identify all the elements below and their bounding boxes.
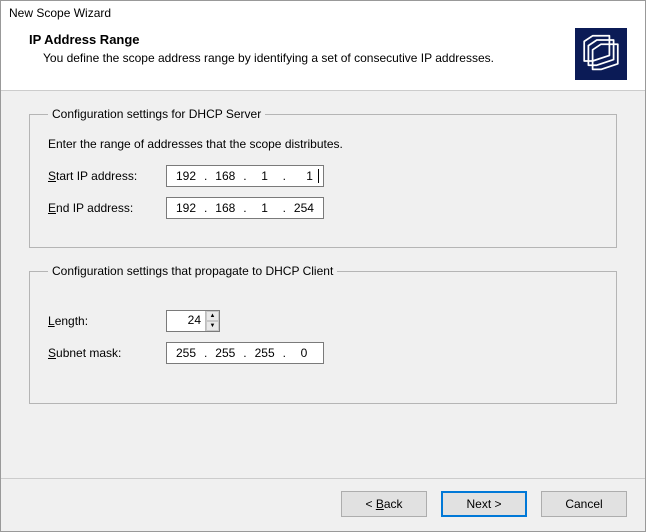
page-heading: IP Address Range xyxy=(29,32,494,47)
back-button[interactable]: < Back xyxy=(341,491,427,517)
length-down-button[interactable]: ▼ xyxy=(206,321,219,331)
length-stepper[interactable]: 24 ▲ ▼ xyxy=(166,310,220,332)
page-subtitle: You define the scope address range by id… xyxy=(43,51,494,65)
length-up-button[interactable]: ▲ xyxy=(206,311,219,321)
start-ip-octet-4[interactable]: 1 xyxy=(289,169,319,183)
server-settings-intro: Enter the range of addresses that the sc… xyxy=(48,137,598,151)
start-ip-octet-2[interactable]: 168 xyxy=(210,169,240,183)
start-ip-label: Start IP address: xyxy=(48,169,166,183)
subnet-mask-input[interactable]: 255. 255. 255. 0 xyxy=(166,342,324,364)
end-ip-octet-1[interactable]: 192 xyxy=(171,201,201,215)
wizard-footer: < Back Next > Cancel xyxy=(1,478,645,531)
mask-octet-4[interactable]: 0 xyxy=(289,346,319,360)
length-label: Length: xyxy=(48,314,166,328)
header-text-block: IP Address Range You define the scope ad… xyxy=(29,28,494,65)
content-area: Configuration settings for DHCP Server E… xyxy=(1,90,645,478)
mask-octet-2[interactable]: 255 xyxy=(210,346,240,360)
mask-octet-3[interactable]: 255 xyxy=(250,346,280,360)
client-settings-legend: Configuration settings that propagate to… xyxy=(48,264,337,278)
end-ip-octet-2[interactable]: 168 xyxy=(210,201,240,215)
length-row: Length: 24 ▲ ▼ xyxy=(48,310,598,332)
client-settings-group: Configuration settings that propagate to… xyxy=(29,264,617,404)
end-ip-label: End IP address: xyxy=(48,201,166,215)
text-caret xyxy=(318,169,319,183)
subnet-mask-row: Subnet mask: 255. 255. 255. 0 xyxy=(48,342,598,364)
end-ip-octet-4[interactable]: 254 xyxy=(289,201,319,215)
end-ip-input[interactable]: 192. 168. 1. 254 xyxy=(166,197,324,219)
end-ip-octet-3[interactable]: 1 xyxy=(250,201,280,215)
folders-icon xyxy=(575,28,627,80)
start-ip-octet-3[interactable]: 1 xyxy=(250,169,280,183)
next-button[interactable]: Next > xyxy=(441,491,527,517)
length-spinner-buttons: ▲ ▼ xyxy=(205,311,219,331)
length-value[interactable]: 24 xyxy=(167,311,205,331)
start-ip-octet-1[interactable]: 192 xyxy=(171,169,201,183)
server-settings-group: Configuration settings for DHCP Server E… xyxy=(29,107,617,248)
start-ip-input[interactable]: 192. 168. 1. 1 xyxy=(166,165,324,187)
window-title: New Scope Wizard xyxy=(1,1,645,28)
cancel-button[interactable]: Cancel xyxy=(541,491,627,517)
end-ip-row: End IP address: 192. 168. 1. 254 xyxy=(48,197,598,219)
start-ip-row: Start IP address: 192. 168. 1. 1 xyxy=(48,165,598,187)
subnet-mask-label: Subnet mask: xyxy=(48,346,166,360)
mask-octet-1[interactable]: 255 xyxy=(171,346,201,360)
server-settings-legend: Configuration settings for DHCP Server xyxy=(48,107,265,121)
wizard-header: IP Address Range You define the scope ad… xyxy=(1,28,645,90)
